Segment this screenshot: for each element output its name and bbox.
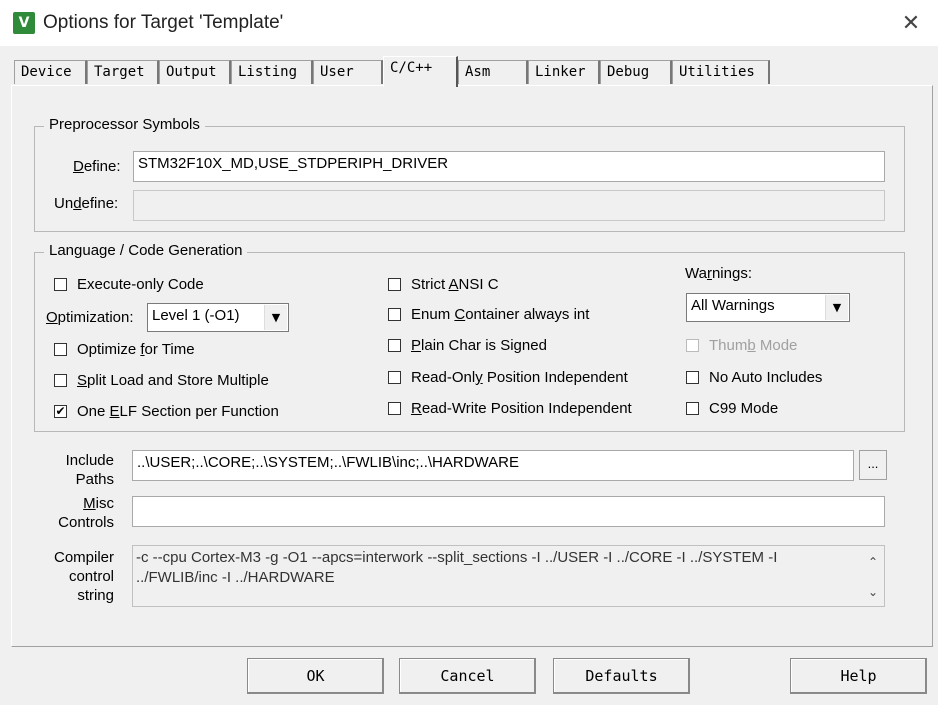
group-title: Preprocessor Symbols xyxy=(44,116,205,133)
tab-label: Utilities xyxy=(679,64,755,80)
checkbox-box xyxy=(388,278,401,291)
tab-device[interactable]: Device xyxy=(14,60,87,84)
warnings-select[interactable]: All Warnings ▼ xyxy=(686,293,850,322)
checkbox-box xyxy=(54,343,67,356)
tab-asm[interactable]: Asm xyxy=(458,60,528,84)
tab-label: Linker xyxy=(535,64,586,80)
tab-label: User xyxy=(320,64,354,80)
compiler-control-line: -c --cpu Cortex-M3 -g -O1 --apcs=interwo… xyxy=(136,549,778,566)
tab-panel: Preprocessor Symbols Define: STM32F10X_M… xyxy=(11,85,933,647)
compiler-control-label: Compiler control string xyxy=(53,549,114,604)
checkbox-box xyxy=(388,339,401,352)
compiler-control-line: ../FWLIB/inc -I ../HARDWARE xyxy=(136,569,335,586)
tab-label: Target xyxy=(94,64,145,80)
tab-label: Listing xyxy=(238,64,298,80)
c99-mode-checkbox[interactable]: C99 Mode xyxy=(686,400,778,417)
checkbox-label: Strict ANSI C xyxy=(411,276,499,293)
help-button[interactable]: Help xyxy=(790,658,927,694)
tab-label: Device xyxy=(21,64,72,80)
define-label: Define: xyxy=(73,158,121,175)
language-group: Language / Code Generation Execute-only … xyxy=(34,242,905,432)
checkbox-label: Optimize for Time xyxy=(77,341,195,358)
checkbox-label: Read-Only Position Independent xyxy=(411,369,628,386)
checkbox-box xyxy=(54,374,67,387)
undefine-label: Undefine: xyxy=(54,195,119,212)
keil-uvision-icon: V xyxy=(13,12,35,34)
select-value: All Warnings xyxy=(691,297,775,314)
thumb-mode-checkbox[interactable]: Thumb Mode xyxy=(686,337,797,354)
cancel-button[interactable]: Cancel xyxy=(399,658,536,694)
tab-target[interactable]: Target xyxy=(87,60,159,84)
checkbox-label: Plain Char is Signed xyxy=(411,337,547,354)
group-title: Language / Code Generation xyxy=(44,242,248,259)
tab-output[interactable]: Output xyxy=(159,60,231,84)
title-bar: V Options for Target 'Template' ✕ xyxy=(0,0,938,46)
checkbox-box xyxy=(54,278,67,291)
read-write-pi-checkbox[interactable]: Read-Write Position Independent xyxy=(388,400,632,417)
tab-label: Debug xyxy=(607,64,650,80)
warnings-label: Warnings: xyxy=(685,265,752,282)
tab-label: C/C++ xyxy=(390,60,433,76)
optimization-select[interactable]: Level 1 (-O1) ▼ xyxy=(147,303,289,332)
enum-container-checkbox[interactable]: Enum Container always int xyxy=(388,306,589,323)
select-value: Level 1 (-O1) xyxy=(152,307,240,324)
tab-listing[interactable]: Listing xyxy=(231,60,313,84)
misc-controls-label: Misc Controls xyxy=(58,495,114,531)
tab-utilities[interactable]: Utilities xyxy=(672,60,770,84)
define-field[interactable]: STM32F10X_MD,USE_STDPERIPH_DRIVER xyxy=(133,151,885,182)
check-icon: ✔ xyxy=(54,404,67,418)
misc-controls-field[interactable] xyxy=(132,496,885,527)
checkbox-box xyxy=(686,402,699,415)
strict-ansi-c-checkbox[interactable]: Strict ANSI C xyxy=(388,276,499,293)
scroll-up-icon[interactable]: ⌃ xyxy=(868,552,878,572)
checkbox-box xyxy=(388,371,401,384)
checkbox-label: Split Load and Store Multiple xyxy=(77,372,269,389)
close-icon: ✕ xyxy=(901,10,921,36)
close-button[interactable]: ✕ xyxy=(896,8,926,38)
scroll-down-icon[interactable]: ⌄ xyxy=(868,582,878,602)
checkbox-label: Enum Container always int xyxy=(411,306,590,323)
defaults-button[interactable]: Defaults xyxy=(553,658,690,694)
preprocessor-group: Preprocessor Symbols Define: STM32F10X_M… xyxy=(34,116,905,232)
checkbox-label: Read-Write Position Independent xyxy=(411,400,632,417)
no-auto-includes-checkbox[interactable]: No Auto Includes xyxy=(686,369,822,386)
chevron-down-icon: ▼ xyxy=(264,305,287,330)
checkbox-label: C99 Mode xyxy=(709,400,779,417)
tab-user[interactable]: User xyxy=(313,60,383,84)
checkbox-box xyxy=(686,339,699,352)
browse-include-paths-button[interactable]: ... xyxy=(859,450,887,480)
execute-only-checkbox[interactable]: Execute-only Code xyxy=(54,276,204,293)
checkbox-box xyxy=(388,308,401,321)
include-paths-label: Include Paths xyxy=(65,452,114,488)
checkbox-label: Thumb Mode xyxy=(709,337,798,354)
one-elf-section-checkbox[interactable]: ✔ One ELF Section per Function xyxy=(54,403,279,420)
include-paths-field[interactable]: ..\USER;..\CORE;..\SYSTEM;..\FWLIB\inc;.… xyxy=(132,450,854,481)
split-load-store-checkbox[interactable]: Split Load and Store Multiple xyxy=(54,372,269,389)
checkbox-label: Execute-only Code xyxy=(77,276,204,293)
tab-debug[interactable]: Debug xyxy=(600,60,672,84)
ok-button[interactable]: OK xyxy=(247,658,384,694)
optimize-for-time-checkbox[interactable]: Optimize for Time xyxy=(54,341,195,358)
chevron-down-icon: ▼ xyxy=(825,295,848,320)
checkbox-box xyxy=(686,371,699,384)
read-only-pi-checkbox[interactable]: Read-Only Position Independent xyxy=(388,369,628,386)
compiler-control-string[interactable]: -c --cpu Cortex-M3 -g -O1 --apcs=interwo… xyxy=(132,545,885,607)
plain-char-signed-checkbox[interactable]: Plain Char is Signed xyxy=(388,337,547,354)
checkbox-box xyxy=(388,402,401,415)
tab-linker[interactable]: Linker xyxy=(528,60,600,84)
tab-label: Output xyxy=(166,64,217,80)
checkbox-label: No Auto Includes xyxy=(709,369,823,386)
tab-c-cpp[interactable]: C/C++ xyxy=(383,56,458,87)
undefine-field[interactable] xyxy=(133,190,885,221)
tab-label: Asm xyxy=(465,64,491,80)
optimization-label: Optimization: xyxy=(46,309,134,326)
window-title: Options for Target 'Template' xyxy=(43,12,284,33)
checkbox-label: One ELF Section per Function xyxy=(77,403,279,420)
